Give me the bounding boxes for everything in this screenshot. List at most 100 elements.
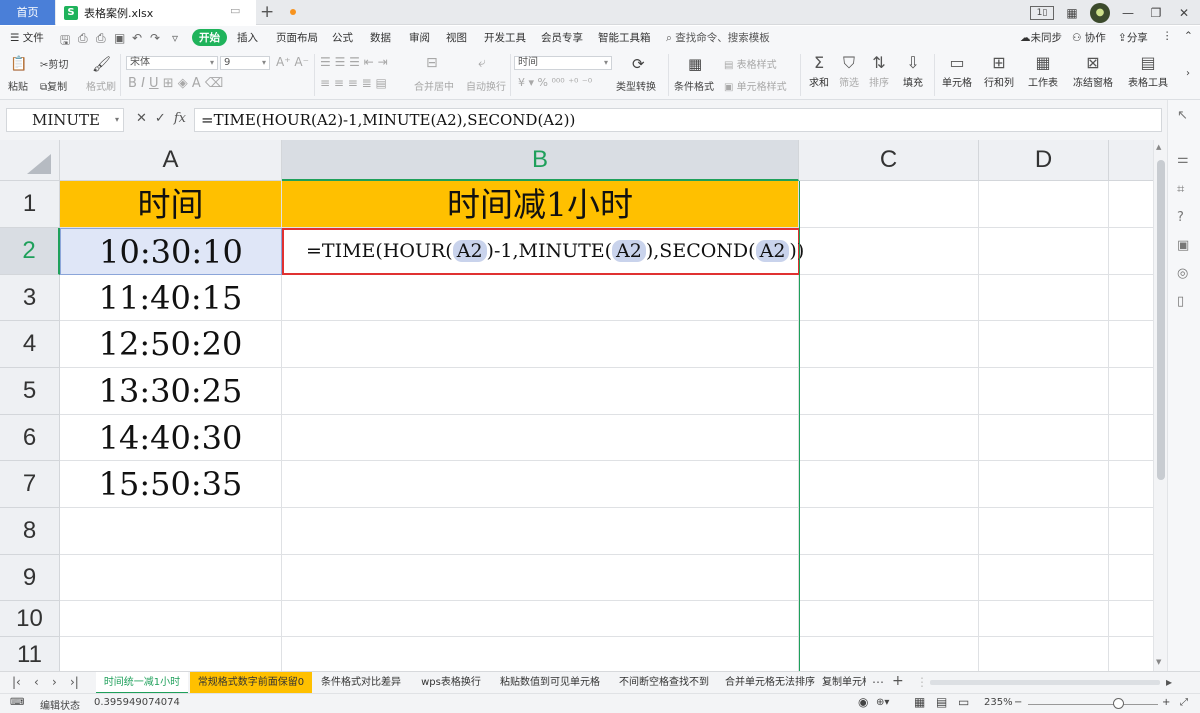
cell-a8[interactable] xyxy=(60,508,282,555)
cell-style-button[interactable]: ▣ 单元格样式 xyxy=(724,78,787,93)
row-header-7[interactable]: 7 xyxy=(0,461,60,508)
minimize-icon[interactable]: — xyxy=(1118,6,1138,20)
cell-b2-editing[interactable]: =TIME(HOUR(A2)-1,MINUTE(A2),SECOND(A2)) xyxy=(282,228,804,275)
location-icon[interactable]: ◎ xyxy=(1177,266,1188,281)
share-button[interactable]: ⇪分享 xyxy=(1118,30,1148,45)
row-header-3[interactable]: 3 xyxy=(0,275,60,321)
row-header-11[interactable]: 11 xyxy=(0,637,60,671)
tab-formulas[interactable]: 公式 xyxy=(332,30,353,45)
cell-b6[interactable] xyxy=(282,415,799,461)
prev-sheet-icon[interactable]: ‹ xyxy=(34,675,39,689)
cell-a9[interactable] xyxy=(60,555,282,601)
row-header-5[interactable]: 5 xyxy=(0,368,60,415)
sheet-tab-time-minus-hour[interactable]: 时间统一减1小时 xyxy=(96,672,188,694)
row-header-10[interactable]: 10 xyxy=(0,601,60,637)
cell-b3[interactable] xyxy=(282,275,799,321)
view-options-icon[interactable]: ⊕▾ xyxy=(876,697,889,708)
conditional-format-icon[interactable]: ▦ xyxy=(688,55,702,73)
number-format-icons[interactable]: ¥ ▾ % ⁰⁰⁰ ⁺⁰ ⁻⁰ xyxy=(518,76,592,89)
cell-d1[interactable] xyxy=(979,181,1109,228)
table-tools-button[interactable]: ▤ 表格工具 xyxy=(1124,52,1172,89)
book-icon[interactable]: ▯ xyxy=(1177,294,1184,309)
zoom-slider-track[interactable] xyxy=(1028,704,1158,705)
file-menu[interactable]: ☰ 文件 xyxy=(10,30,44,45)
row-header-8[interactable]: 8 xyxy=(0,508,60,555)
format-painter-icon[interactable]: 🖌 xyxy=(92,55,111,73)
sheet-tab-wrap[interactable]: wps表格换行 xyxy=(412,672,490,694)
conditional-format-button[interactable]: 条件格式 xyxy=(674,78,714,93)
cell-b10[interactable] xyxy=(282,601,799,637)
row-header-9[interactable]: 9 xyxy=(0,555,60,601)
adjust-icon[interactable]: ⚌ xyxy=(1177,152,1189,167)
cell-b11[interactable] xyxy=(282,637,799,671)
collapse-ribbon-icon[interactable]: ⌃ xyxy=(1184,30,1193,42)
more-icon[interactable]: ⋮ xyxy=(1162,30,1173,42)
tab-splitter-icon[interactable]: ⋮ xyxy=(916,675,928,689)
last-sheet-icon[interactable]: ›| xyxy=(70,675,79,689)
column-header-d[interactable]: D xyxy=(979,140,1109,181)
sync-button[interactable]: ☁未同步 xyxy=(1020,30,1062,45)
number-format-select[interactable]: 时间 ▾ xyxy=(514,56,612,70)
more-sheets-icon[interactable]: ⋯ xyxy=(872,675,884,689)
new-tab-button[interactable]: + xyxy=(260,2,274,22)
sheet-tab-paste-visible[interactable]: 粘贴数值到可见单元格 xyxy=(494,672,606,694)
cell-a4[interactable]: 12:50:20 xyxy=(60,321,282,368)
column-d-cells[interactable] xyxy=(979,228,1109,671)
column-header-a[interactable]: A xyxy=(60,140,282,181)
zoom-in-icon[interactable]: + xyxy=(1162,697,1170,708)
restore-icon[interactable]: ❐ xyxy=(1146,6,1166,20)
print-icon[interactable]: ⎙ xyxy=(96,31,106,46)
tab-member[interactable]: 会员专享 xyxy=(541,30,583,45)
copy-button[interactable]: ⧉复制 xyxy=(40,78,67,93)
apps-grid-icon[interactable]: ▦ xyxy=(1062,6,1082,20)
name-box[interactable]: MINUTE ▾ xyxy=(6,108,124,132)
reading-view-icon[interactable]: ▭ xyxy=(958,695,969,709)
row-header-1[interactable]: 1 xyxy=(0,181,60,228)
tab-view[interactable]: 视图 xyxy=(446,30,467,45)
cut-button[interactable]: ✂剪切 xyxy=(40,56,68,71)
customize-chevron-icon[interactable]: ▿ xyxy=(172,31,178,45)
close-icon[interactable]: ✕ xyxy=(1174,6,1194,20)
column-c-cells[interactable] xyxy=(799,228,979,671)
cell-a3[interactable]: 11:40:15 xyxy=(60,275,282,321)
wrap-text-button[interactable]: 自动换行 xyxy=(466,78,506,93)
eye-protection-icon[interactable]: ◉ xyxy=(858,695,868,709)
sort-button[interactable]: ⇅ 排序 xyxy=(866,52,892,89)
tab-developer[interactable]: 开发工具 xyxy=(484,30,526,45)
command-search[interactable]: ⌕ 查找命令、搜索模板 xyxy=(666,30,770,45)
cancel-icon[interactable]: ✕ xyxy=(136,111,147,126)
scrollbar-thumb[interactable] xyxy=(1157,160,1165,480)
collab-button[interactable]: ⚇ 协作 xyxy=(1072,30,1106,45)
cell-b8[interactable] xyxy=(282,508,799,555)
align-top-icons[interactable]: ☰ ☰ ☰ ⇤ ⇥ xyxy=(320,55,388,69)
type-convert-button[interactable]: 类型转换 xyxy=(616,78,656,93)
zoom-out-icon[interactable]: − xyxy=(1014,697,1022,708)
next-sheet-icon[interactable]: › xyxy=(52,675,57,689)
document-tab[interactable]: S 表格案例.xlsx ▭ xyxy=(56,0,296,25)
align-horizontal-icons[interactable]: ≡ ≡ ≡ ≣ ▤ xyxy=(320,76,387,90)
table-style-button[interactable]: ▤ 表格样式 xyxy=(724,56,777,71)
normal-view-icon[interactable]: ▦ xyxy=(914,695,925,709)
tab-home-start[interactable]: 开始 xyxy=(192,29,227,46)
row-header-6[interactable]: 6 xyxy=(0,415,60,461)
paste-icon[interactable]: 📋 xyxy=(10,56,27,72)
cell-a2[interactable]: 10:30:10 xyxy=(60,228,282,275)
horizontal-scrollbar[interactable] xyxy=(930,680,1160,685)
cell-c1[interactable] xyxy=(799,181,979,228)
confirm-icon[interactable]: ✓ xyxy=(155,111,166,126)
merge-center-button[interactable]: 合并居中 xyxy=(414,78,454,93)
merge-icon[interactable]: ⊟ xyxy=(426,55,438,71)
save-icon[interactable]: 🖫 xyxy=(60,31,70,52)
font-size-select[interactable]: 9 ▾ xyxy=(220,56,270,70)
add-sheet-button[interactable]: + xyxy=(892,673,904,689)
tab-insert[interactable]: 插入 xyxy=(237,30,258,45)
zoom-slider-knob[interactable] xyxy=(1113,698,1124,709)
help-icon[interactable]: ? xyxy=(1177,210,1184,225)
cell-b1[interactable]: 时间减1小时 xyxy=(282,181,799,228)
cell-b9[interactable] xyxy=(282,555,799,601)
first-sheet-icon[interactable]: |‹ xyxy=(12,675,21,689)
layout-switch-icon[interactable]: 1▯ xyxy=(1030,6,1054,20)
pin-icon[interactable]: ▭ xyxy=(230,4,240,17)
scroll-down-icon[interactable]: ▼ xyxy=(1156,658,1161,666)
row-header-4[interactable]: 4 xyxy=(0,321,60,368)
